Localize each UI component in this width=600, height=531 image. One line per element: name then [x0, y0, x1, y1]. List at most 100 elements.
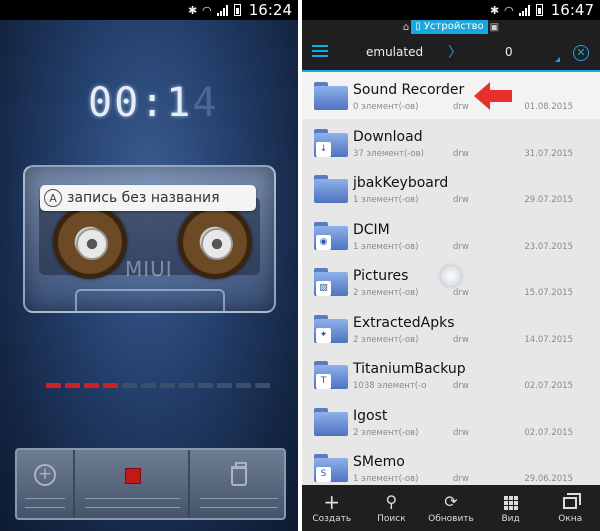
- red-arrow-icon: [474, 82, 512, 110]
- refresh-icon: ⟳: [444, 492, 458, 511]
- plus-icon: +: [323, 490, 341, 514]
- file-date: 14.07.2015: [524, 334, 573, 345]
- bottom-bar-search-button[interactable]: ⚲ Поиск: [363, 492, 419, 524]
- file-name: DCIM: [353, 221, 390, 238]
- file-date: 02.07.2015: [524, 427, 573, 438]
- signal-icon: [216, 4, 229, 16]
- bluetooth-icon: ✱: [187, 3, 198, 17]
- chevron-right-icon: 〉: [448, 45, 462, 61]
- signal-icon: [518, 4, 531, 16]
- file-row[interactable]: S SMemo 1 элемент(-ов) drw 29.06.2015: [302, 444, 600, 491]
- file-item-count: 0 элемент(-ов): [353, 102, 419, 112]
- file-row[interactable]: ✦ ExtractedApks 2 элемент(-ов) drw 14.07.201…: [302, 305, 600, 352]
- file-date: 29.06.2015: [524, 474, 573, 484]
- bluetooth-icon: ✱: [489, 3, 500, 17]
- bottom-bar-label: Поиск: [377, 514, 406, 524]
- file-item-count: 1038 элемент(-о: [353, 381, 427, 391]
- file-row[interactable]: T TitaniumBackup 1038 элемент(-о drw 02.07.2…: [302, 351, 600, 398]
- folder-badge-icon: S: [316, 467, 331, 482]
- bottom-bar-label: Вид: [501, 514, 520, 524]
- file-item-count: 1 элемент(-ов): [353, 195, 419, 205]
- wifi-icon: ◠: [504, 3, 514, 17]
- folder-icon: [314, 407, 348, 436]
- folder-icon: [314, 175, 348, 203]
- bottom-bar-windows-button[interactable]: Окна: [542, 492, 598, 524]
- menu-icon[interactable]: [312, 45, 328, 57]
- file-permissions: drw: [453, 241, 469, 252]
- folder-icon: ▨: [314, 268, 348, 296]
- reel-right: [178, 205, 252, 279]
- file-permissions: drw: [453, 102, 469, 112]
- file-manager-screen: ✱ ◠ 16:47 ⌂ ▯ Устройство ▣ emulated 〉 0 …: [302, 0, 600, 531]
- file-name: ExtractedApks: [353, 314, 455, 331]
- level-segment: [217, 383, 232, 388]
- recording-name-field[interactable]: A запись без названия: [40, 185, 256, 211]
- status-time: 16:24: [248, 1, 292, 19]
- file-permissions: drw: [453, 195, 469, 205]
- level-segment: [179, 383, 194, 388]
- button-grooves: [25, 498, 65, 508]
- close-icon[interactable]: ✕: [573, 45, 589, 61]
- file-row[interactable]: Igost 2 элемент(-ов) drw 02.07.2015: [302, 398, 600, 445]
- tab-device[interactable]: ▯ Устройство: [411, 20, 488, 34]
- status-bar: ✱ ◠ 16:24: [0, 0, 298, 20]
- cassette-bottom: [75, 289, 225, 311]
- timer-digit: 1: [166, 80, 193, 126]
- add-marker-button[interactable]: +: [17, 450, 75, 518]
- file-row[interactable]: jbakKeyboard 1 элемент(-ов) drw 29.07.2015: [302, 165, 600, 212]
- bottom-bar-refresh-button[interactable]: ⟳ Обновить: [423, 492, 479, 524]
- button-grooves: [200, 498, 278, 508]
- battery-icon: [233, 4, 241, 16]
- file-item-count: 2 элемент(-ов): [353, 334, 419, 345]
- cassette-brand: MIUI: [125, 257, 173, 281]
- folder-icon: ✦: [314, 314, 348, 343]
- file-item-count: 1 элемент(-ов): [353, 474, 419, 484]
- level-segment: [46, 383, 61, 388]
- file-date: 29.07.2015: [524, 195, 573, 205]
- bottom-bar-grid-button[interactable]: Вид: [483, 492, 539, 524]
- file-name: Sound Recorder: [353, 82, 465, 98]
- level-segment: [122, 383, 137, 388]
- level-segment: [236, 383, 251, 388]
- file-row[interactable]: ◉ DCIM 1 элемент(-ов) drw 23.07.2015: [302, 212, 600, 259]
- file-permissions: drw: [453, 474, 469, 484]
- file-toolbar: ⌂ ▯ Устройство ▣ emulated 〉 0 ✕: [302, 20, 600, 72]
- level-segment: [255, 383, 270, 388]
- folder-badge-icon: ◉: [316, 234, 331, 250]
- level-segment: [141, 383, 156, 388]
- bottom-bar-plus-button[interactable]: + Создать: [304, 492, 360, 524]
- level-meter: [46, 383, 270, 388]
- battery-icon: [535, 4, 543, 16]
- file-name: SMemo: [353, 454, 405, 470]
- folder-badge-icon: ✦: [316, 327, 331, 343]
- grid-icon: [503, 492, 518, 512]
- tab-device-label: Устройство: [423, 21, 484, 32]
- reel-left: [53, 205, 127, 279]
- delete-button[interactable]: [192, 450, 286, 518]
- folder-icon: [314, 82, 348, 110]
- file-item-count: 37 элемент(-ов): [353, 148, 424, 159]
- file-permissions: drw: [453, 334, 469, 345]
- current-path[interactable]: emulated: [366, 45, 423, 59]
- file-date: 02.07.2015: [524, 381, 573, 391]
- folder-badge-icon: ▨: [316, 281, 331, 296]
- timer-main: 00:: [88, 80, 167, 126]
- recorder-controls: +: [15, 448, 286, 520]
- bottom-bar-label: Создать: [312, 514, 352, 524]
- sdcard-icon[interactable]: ▣: [490, 22, 499, 33]
- stop-button[interactable]: [77, 450, 190, 518]
- file-permissions: drw: [453, 427, 469, 438]
- file-item-count: 2 элемент(-ов): [353, 288, 419, 298]
- level-segment: [198, 383, 213, 388]
- file-date: 01.08.2015: [524, 102, 573, 112]
- file-name: TitaniumBackup: [353, 361, 466, 377]
- folder-icon: S: [314, 454, 348, 482]
- file-row[interactable]: ↓ Download 37 элемент(-ов) drw 31.07.2015: [302, 119, 600, 166]
- file-name: jbakKeyboard: [353, 175, 449, 191]
- bottom-action-bar: + Создать ⚲ Поиск ⟳ Обновить Вид Окна: [302, 485, 600, 531]
- home-icon[interactable]: ⌂: [403, 22, 409, 33]
- file-row[interactable]: Sound Recorder 0 элемент(-ов) drw 01.08.201…: [302, 72, 600, 119]
- plus-circle-icon: +: [34, 464, 56, 486]
- recorder-screen: ✱ ◠ 16:24 00:14 MIUI A запись без назван…: [0, 0, 298, 531]
- search-icon: ⚲: [385, 492, 398, 511]
